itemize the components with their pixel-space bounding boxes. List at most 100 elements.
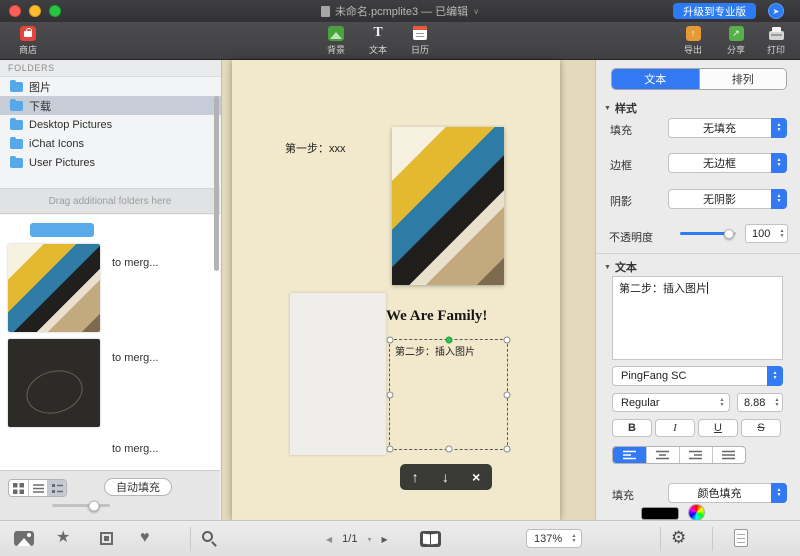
main-toolbar: 商店 背景 T 文本 日历 ↑ 导出 ↗ 分享 打印: [0, 22, 800, 60]
text-tool-button[interactable]: T 文本: [356, 25, 400, 56]
stepper-icon[interactable]: ▲ ▼: [776, 224, 788, 243]
background-button[interactable]: 背景: [314, 25, 358, 56]
dropdown-stepper-icon: ▲ ▼: [771, 118, 787, 138]
store-button[interactable]: 商店: [6, 25, 50, 56]
calendar-button[interactable]: 日历: [398, 25, 442, 56]
align-center-button[interactable]: [646, 447, 679, 463]
page-indicator[interactable]: 1/1: [342, 533, 357, 545]
resize-handle[interactable]: [386, 445, 394, 453]
strikethrough-button[interactable]: S: [741, 419, 781, 437]
grid-view-icon: [13, 482, 24, 494]
tab-arrange[interactable]: 排列: [698, 69, 786, 89]
upgrade-pro-button[interactable]: 升级到专业版: [673, 3, 756, 19]
sidebar-item-user-pictures[interactable]: User Pictures: [0, 153, 221, 172]
app-window: 未命名.pcmplite3 — 已编辑 ∨ 升级到专业版 ➤ 商店 背景 T 文…: [0, 0, 800, 556]
sidebar-item-pictures[interactable]: 图片: [0, 77, 221, 96]
font-size-field[interactable]: 8.88 ▲ ▼: [737, 393, 783, 412]
detail-view-button[interactable]: [47, 480, 66, 496]
sidebar-item-ichat-icons[interactable]: iChat Icons: [0, 134, 221, 153]
resize-handle[interactable]: [386, 391, 394, 398]
calendar-icon: [413, 26, 427, 40]
text-content-field[interactable]: 第二步：插入图片: [612, 276, 783, 360]
selected-text-box[interactable]: 第二步：插入图片: [386, 336, 511, 453]
opacity-slider[interactable]: [680, 228, 736, 239]
favorites-heart-icon[interactable]: ♥: [140, 530, 150, 546]
fill-style-dropdown[interactable]: 无填充 ▲ ▼: [668, 118, 787, 138]
previous-page-icon[interactable]: ◀: [326, 535, 332, 544]
rotate-handle[interactable]: [445, 336, 452, 344]
share-button[interactable]: ↗ 分享: [714, 25, 758, 56]
border-style-dropdown[interactable]: 无边框 ▲ ▼: [668, 153, 787, 173]
slider-knob[interactable]: [88, 500, 100, 511]
align-left-button[interactable]: [613, 447, 646, 463]
bold-button[interactable]: B: [612, 419, 652, 437]
stepper-icon[interactable]: ▲ ▼: [771, 393, 783, 412]
selection-toolbar: ↑ ↓ ×: [400, 464, 492, 490]
text-content-value: 第二步：插入图片: [619, 283, 707, 295]
grid-view-button[interactable]: [9, 480, 28, 496]
family-title-text[interactable]: We Are Family!: [386, 308, 487, 325]
font-weight-dropdown[interactable]: Regular ▲ ▼: [612, 393, 730, 412]
text-section-header[interactable]: ▼ 文本: [604, 259, 637, 275]
folder-label: 下载: [29, 100, 51, 113]
pages-panel-icon[interactable]: [734, 529, 748, 547]
resize-handle[interactable]: [503, 336, 511, 344]
align-right-button[interactable]: [679, 447, 712, 463]
thumbnail-size-slider[interactable]: [52, 500, 110, 511]
resize-handle[interactable]: [503, 445, 511, 453]
tab-text[interactable]: 文本: [612, 69, 699, 89]
export-label: 导出: [683, 45, 702, 55]
title-chevron-icon[interactable]: ∨: [473, 7, 479, 16]
italic-button[interactable]: I: [655, 419, 695, 437]
resize-handle[interactable]: [503, 391, 511, 398]
align-justify-button[interactable]: [712, 447, 745, 463]
color-picker-icon[interactable]: [688, 504, 705, 521]
print-button[interactable]: 打印: [754, 25, 798, 56]
folder-icon: [10, 136, 23, 149]
thumbnail-list: to merg... to merg... to merg...: [0, 215, 220, 470]
magnifier-icon[interactable]: [202, 531, 213, 542]
opacity-value-field[interactable]: 100 ▲ ▼: [745, 224, 788, 243]
sidebar-item-desktop-pictures[interactable]: Desktop Pictures: [0, 115, 221, 134]
slider-knob[interactable]: [724, 228, 734, 239]
image-placeholder[interactable]: [290, 293, 386, 455]
text-color-swatch[interactable]: [641, 507, 679, 520]
text-fill-dropdown[interactable]: 颜色填充 ▲ ▼: [668, 483, 787, 503]
crop-frame-icon[interactable]: [100, 532, 113, 545]
shadow-style-dropdown[interactable]: 无阴影 ▲ ▼: [668, 189, 787, 209]
underline-button[interactable]: U: [698, 419, 738, 437]
favorites-star-icon[interactable]: ★: [56, 530, 70, 546]
upgrade-arrow-icon[interactable]: ➤: [768, 3, 784, 19]
list-view-button[interactable]: [28, 480, 47, 496]
sidebar-scrollbar[interactable]: [214, 96, 219, 271]
font-family-dropdown[interactable]: PingFang SC ▲ ▼: [612, 366, 783, 386]
thumbnail-image[interactable]: [8, 244, 100, 332]
gear-icon[interactable]: ⚙: [671, 529, 686, 547]
delete-icon[interactable]: ×: [472, 469, 480, 485]
text-fill-label: 填充: [612, 490, 634, 502]
autofill-button[interactable]: 自动填充: [104, 478, 172, 496]
media-browser-icon[interactable]: [14, 531, 34, 546]
sidebar-item-downloads[interactable]: 下载: [0, 96, 221, 115]
export-button[interactable]: ↑ 导出: [671, 25, 715, 56]
placed-photo[interactable]: [392, 127, 504, 285]
dropdown-chevrons-icon: ▲ ▼: [571, 532, 577, 544]
style-section-label: 样式: [614, 103, 637, 115]
spread-view-icon[interactable]: [420, 531, 441, 547]
move-down-icon[interactable]: ↓: [442, 469, 449, 485]
move-up-icon[interactable]: ↑: [412, 469, 419, 485]
resize-handle[interactable]: [445, 445, 452, 453]
thumbnail-partial[interactable]: [30, 223, 94, 237]
folder-icon: [10, 79, 23, 92]
zoom-level-dropdown[interactable]: 137% ▲ ▼: [526, 529, 582, 548]
page-dropdown-chevron-icon[interactable]: ▾: [367, 535, 371, 544]
next-page-icon[interactable]: ▶: [381, 535, 387, 544]
step1-text[interactable]: 第一步：xxx: [285, 140, 346, 156]
style-section-header[interactable]: ▼ 样式: [604, 100, 637, 116]
thumbnail-image[interactable]: [8, 339, 100, 427]
store-icon: [20, 25, 36, 41]
page[interactable]: 第一步：xxx We Are Family! 第二步：插入图片 ↑ ↓ ×: [232, 60, 560, 520]
page-navigation: ◀ 1/1 ▾ ▶: [326, 521, 388, 556]
background-icon: [328, 25, 344, 41]
resize-handle[interactable]: [386, 336, 394, 344]
